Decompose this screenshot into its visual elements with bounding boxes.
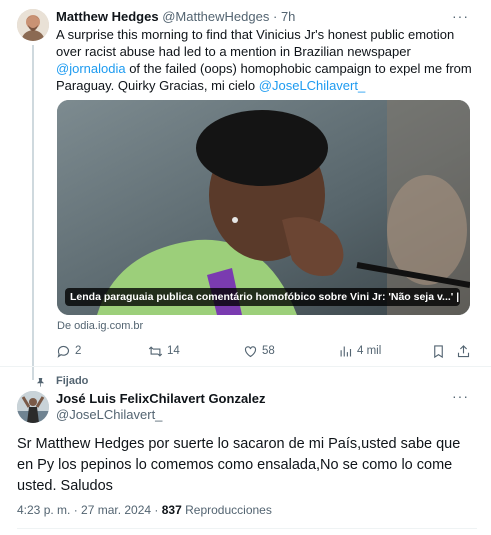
more-icon[interactable]: ···	[452, 8, 469, 24]
tweet-header: Matthew Hedges @MatthewHedges · 7h	[56, 9, 295, 24]
reply-more-icon[interactable]: ···	[452, 388, 469, 404]
bottom-divider	[17, 528, 477, 529]
author-name[interactable]: Matthew Hedges	[56, 9, 159, 24]
repost-button[interactable]: 14	[148, 342, 180, 360]
bookmark-button[interactable]	[431, 342, 446, 360]
views-button[interactable]: 4 mil	[338, 342, 381, 360]
tweet-text-part1: A surprise this morning to find that Vin…	[56, 27, 455, 59]
repost-count: 14	[167, 345, 180, 357]
link-card-image[interactable]: Lenda paraguaia publica comentário homof…	[57, 100, 470, 315]
reply-text: Sr Matthew Hedges por suerte lo sacaron …	[17, 436, 461, 494]
tweet-original[interactable]: Matthew Hedges @MatthewHedges · 7h ··· A…	[0, 0, 491, 380]
tweet-time[interactable]: 7h	[281, 9, 295, 24]
avatar-matthew-hedges[interactable]	[17, 9, 49, 41]
header-separator: ·	[272, 9, 278, 24]
reply-views-label: Reproducciones	[181, 503, 272, 517]
views-count: 4 mil	[357, 345, 382, 357]
like-button[interactable]: 58	[243, 342, 275, 360]
like-icon	[244, 345, 257, 357]
share-button[interactable]	[456, 342, 471, 360]
reply-meta: 4:23 p. m. · 27 mar. 2024 · 837 Reproduc…	[17, 503, 272, 517]
avatar-chilavert[interactable]	[17, 391, 49, 423]
mention-jornalodia[interactable]: @jornalodia	[56, 61, 126, 76]
reply-button[interactable]: 2	[56, 342, 81, 360]
reply-timestamp[interactable]: 4:23 p. m. · 27 mar. 2024 ·	[17, 503, 162, 517]
author-handle[interactable]: @MatthewHedges	[162, 9, 269, 24]
reply-icon	[57, 345, 70, 358]
bookmark-icon	[434, 344, 443, 358]
mention-chilavert[interactable]: @JoseLChilavert_	[259, 78, 365, 93]
reply-views-count: 837	[161, 503, 182, 517]
reply-count: 2	[75, 345, 82, 357]
card-caption[interactable]: Lenda paraguaia publica comentário homof…	[65, 288, 460, 306]
like-count: 58	[262, 345, 275, 357]
pinned-label: Fijado	[56, 375, 89, 387]
reply-author-handle[interactable]: @JoseLChilavert_	[56, 407, 162, 422]
thread-connector-line	[32, 45, 34, 380]
reply-author-name[interactable]: José Luis FelixChilavert Gonzalez	[56, 391, 266, 406]
card-photo	[57, 100, 470, 315]
card-source[interactable]: De odia.ig.com.br	[57, 320, 143, 332]
repost-icon	[148, 345, 163, 357]
tweet-text: A surprise this morning to find that Vin…	[56, 26, 472, 94]
action-bar: 2 14 58 4 mil	[56, 342, 476, 360]
share-icon	[457, 344, 470, 357]
tweet-divider	[0, 366, 491, 367]
views-icon	[340, 346, 352, 356]
